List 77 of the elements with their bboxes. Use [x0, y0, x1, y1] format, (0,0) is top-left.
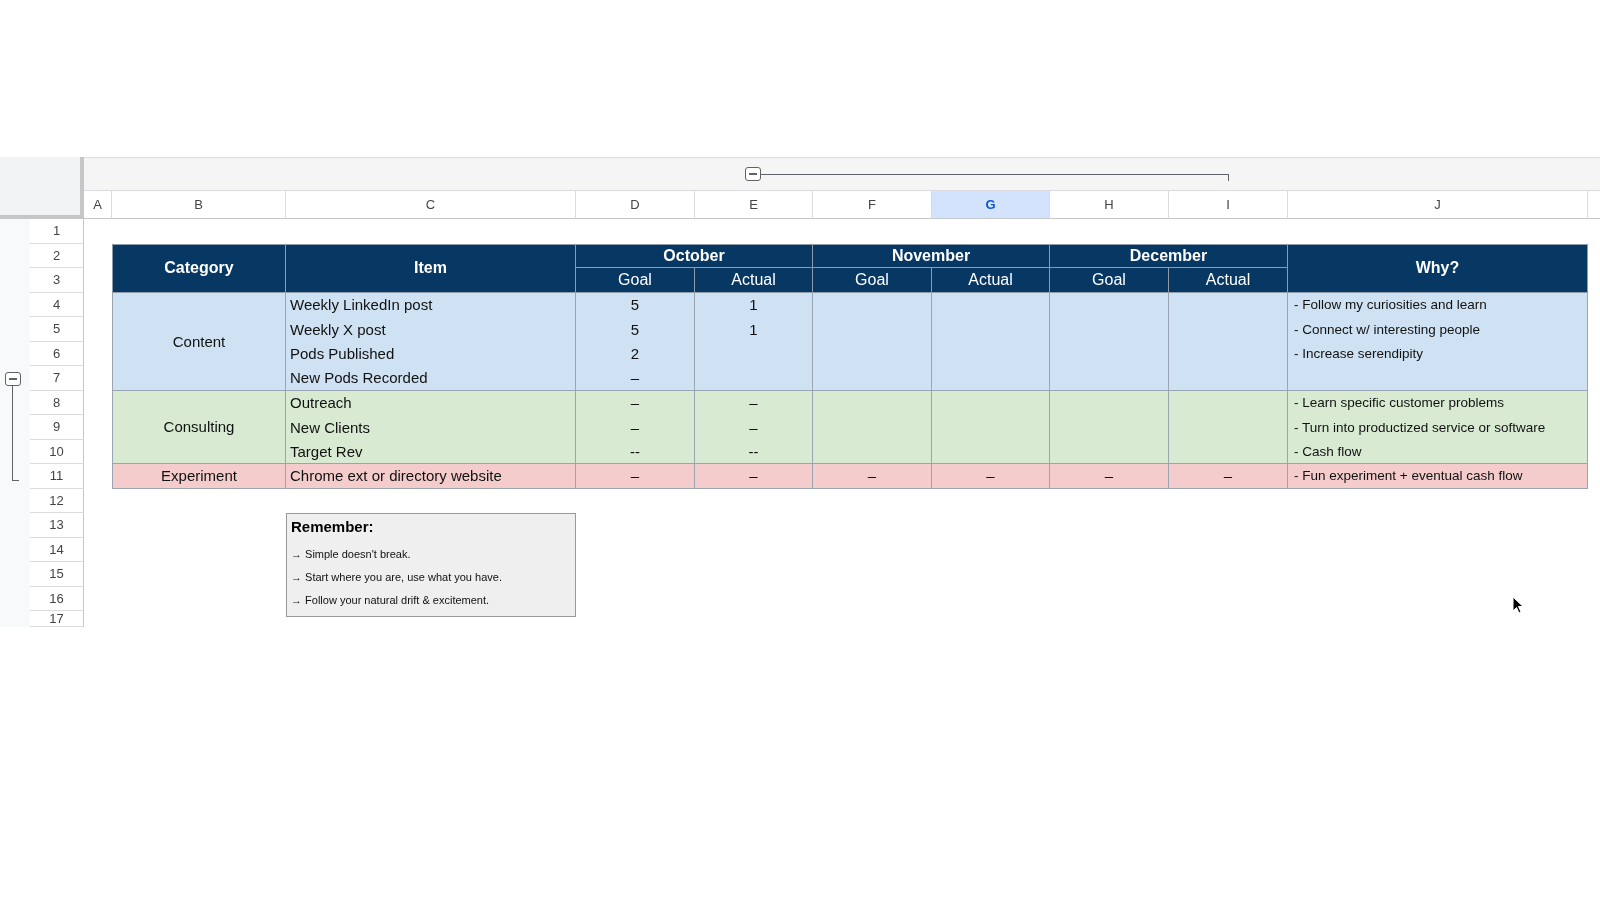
row-header[interactable]: 16: [30, 586, 84, 611]
header-cell: Actual: [695, 268, 813, 293]
column-header[interactable]: J: [1288, 191, 1588, 219]
header-cell: Goal: [813, 268, 932, 293]
header-cell: Category: [112, 243, 286, 293]
column-header[interactable]: E: [695, 191, 813, 219]
header-cell: Actual: [932, 268, 1050, 293]
column-header[interactable]: F: [813, 191, 932, 219]
table-cell: Content: [112, 292, 286, 391]
table-cell: Chrome ext or directory website: [286, 464, 576, 489]
row-header[interactable]: 7: [30, 366, 84, 391]
column-header[interactable]: G: [932, 191, 1050, 219]
header-cell: Goal: [1050, 268, 1169, 293]
row-header[interactable]: 3: [30, 268, 84, 293]
table-cell: –: [1050, 464, 1169, 489]
pointer-cursor-icon: [1512, 596, 1524, 614]
table-cell: –: [695, 464, 813, 489]
header-cell: Why?: [1288, 243, 1588, 293]
table-cell: Weekly LinkedIn post: [286, 292, 576, 317]
table-cell: –: [1169, 464, 1288, 489]
table-cell: 1: [695, 292, 813, 317]
header-cell: Actual: [1169, 268, 1288, 293]
row-header[interactable]: 14: [30, 537, 84, 562]
row-header[interactable]: 5: [30, 317, 84, 342]
column-header[interactable]: D: [576, 191, 695, 219]
header-cell: October: [576, 243, 813, 268]
row-header[interactable]: 2: [30, 243, 84, 268]
table-cell: Experiment: [112, 464, 286, 489]
table-cell: - Connect w/ interesting people: [1288, 317, 1588, 342]
table-cell: –: [695, 390, 813, 415]
table-cell: - Increase serendipity: [1288, 341, 1588, 366]
table-cell: - Fun experiment + eventual cash flow: [1288, 464, 1588, 489]
row-header[interactable]: 8: [30, 390, 84, 415]
table-cell: –: [576, 464, 695, 489]
row-header[interactable]: 9: [30, 415, 84, 440]
table-cell: 5: [576, 292, 695, 317]
row-header[interactable]: 12: [30, 488, 84, 513]
collapse-button[interactable]: [745, 167, 761, 181]
row-header[interactable]: 1: [30, 219, 84, 244]
table-cell: –: [576, 390, 695, 415]
table-cell: - Turn into productized service or software: [1288, 415, 1588, 440]
table-cell: 5: [576, 317, 695, 342]
column-header[interactable]: B: [112, 191, 286, 219]
column-header[interactable]: C: [286, 191, 576, 219]
table-cell: - Follow my curiosities and learn: [1288, 292, 1588, 317]
note-line: → Follow your natural drift & excitement.: [291, 594, 491, 606]
table-cell: Outreach: [286, 390, 576, 415]
table-cell: New Clients: [286, 415, 576, 440]
table-cell: 2: [576, 341, 695, 366]
row-header[interactable]: 4: [30, 292, 84, 317]
row-header[interactable]: 10: [30, 439, 84, 464]
row-header[interactable]: 6: [30, 341, 84, 366]
table-cell: –: [813, 464, 932, 489]
row-header[interactable]: 11: [30, 464, 84, 489]
row-header[interactable]: 17: [30, 611, 84, 627]
column-header[interactable]: I: [1169, 191, 1288, 219]
table-cell: - Learn specific customer problems: [1288, 390, 1588, 415]
table-cell: –: [576, 366, 695, 391]
note-line: → Simple doesn't break.: [291, 548, 412, 560]
table-cell: –: [695, 415, 813, 440]
table-cell: Pods Published: [286, 341, 576, 366]
row-header[interactable]: 15: [30, 562, 84, 587]
column-header[interactable]: H: [1050, 191, 1169, 219]
table-cell: –: [932, 464, 1050, 489]
column-header[interactable]: A: [84, 191, 112, 219]
table-cell: –: [576, 415, 695, 440]
note-line: → Start where you are, use what you have.: [291, 571, 503, 583]
table-cell: New Pods Recorded: [286, 366, 576, 391]
header-cell: Goal: [576, 268, 695, 293]
table-cell: 1: [695, 317, 813, 342]
note-title: Remember:: [291, 518, 375, 535]
collapse-button[interactable]: [5, 372, 21, 386]
header-cell: November: [813, 243, 1050, 268]
row-header[interactable]: 13: [30, 513, 84, 538]
table-cell: Weekly X post: [286, 317, 576, 342]
header-cell: December: [1050, 243, 1288, 268]
header-cell: Item: [286, 243, 576, 293]
